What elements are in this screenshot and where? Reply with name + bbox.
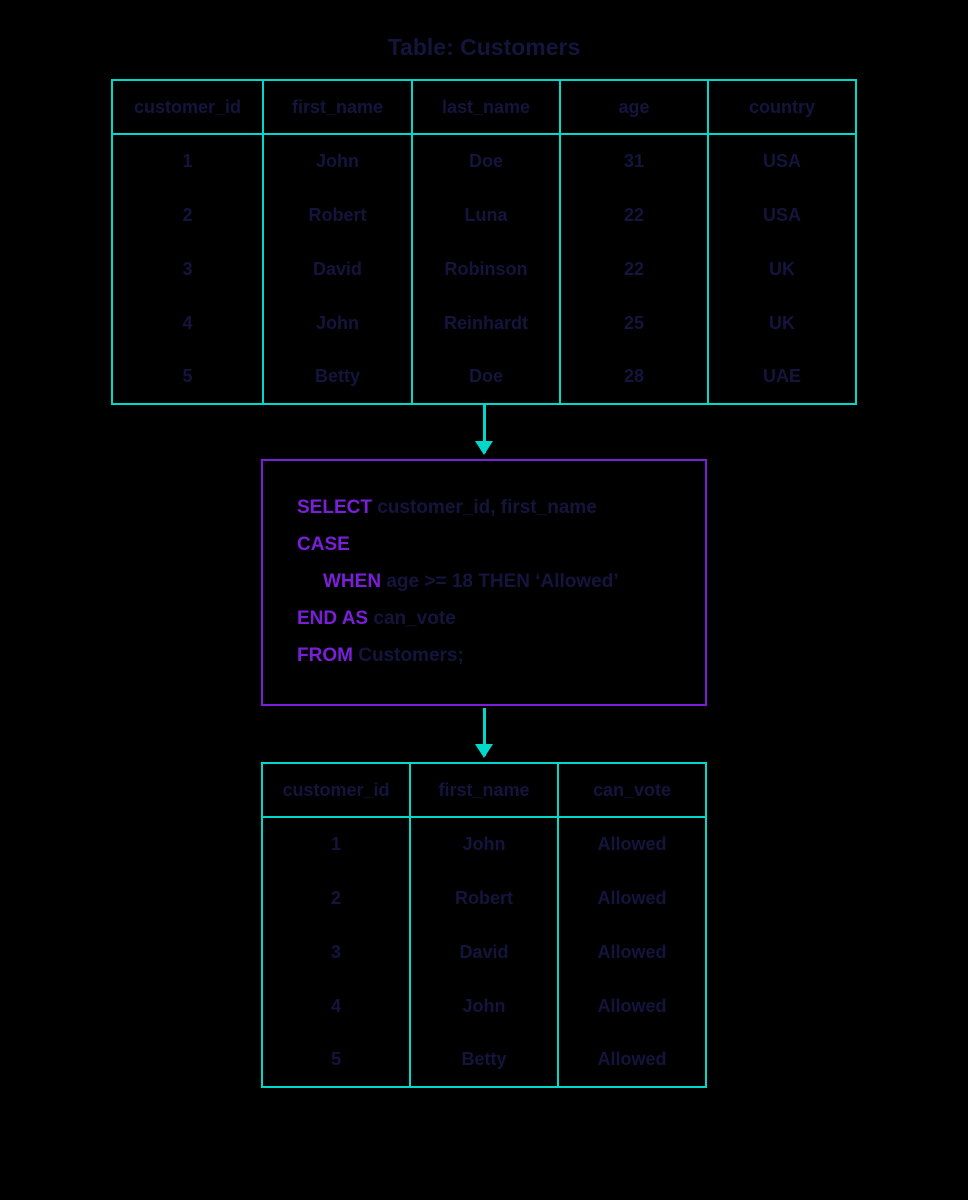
td: 22: [560, 242, 708, 296]
table-row: 5BettyDoe28UAE: [112, 350, 856, 404]
sql-keyword: WHEN: [323, 571, 381, 592]
td: UK: [708, 296, 856, 350]
table-row: 4JohnReinhardt25UK: [112, 296, 856, 350]
td: 25: [560, 296, 708, 350]
td: Reinhardt: [412, 296, 560, 350]
result-header-row: customer_id first_name can_vote: [262, 763, 706, 817]
sql-keyword: SELECT: [297, 497, 372, 518]
table-row: 1JohnAllowed: [262, 817, 706, 871]
td: Allowed: [558, 925, 706, 979]
table-row: 4JohnAllowed: [262, 979, 706, 1033]
sql-line: WHEN age >= 18 THEN ‘Allowed’: [297, 563, 673, 600]
th: customer_id: [112, 80, 263, 134]
td: Robert: [410, 871, 558, 925]
td: Robert: [263, 188, 412, 242]
td: 3: [262, 925, 410, 979]
td: Betty: [410, 1033, 558, 1087]
sql-keyword: END AS: [297, 608, 368, 629]
sql-line: SELECT customer_id, first_name: [297, 489, 673, 526]
th: can_vote: [558, 763, 706, 817]
result-table: customer_id first_name can_vote 1JohnAll…: [261, 762, 707, 1088]
td: 5: [112, 350, 263, 404]
td: John: [410, 979, 558, 1033]
table-row: 3DavidRobinson22UK: [112, 242, 856, 296]
td: Allowed: [558, 979, 706, 1033]
td: John: [263, 134, 412, 188]
td: Allowed: [558, 817, 706, 871]
td: John: [410, 817, 558, 871]
sql-text: Customers;: [353, 645, 464, 666]
table-row: 1JohnDoe31USA: [112, 134, 856, 188]
td: Allowed: [558, 1033, 706, 1087]
td: 1: [262, 817, 410, 871]
td: David: [410, 925, 558, 979]
td: 3: [112, 242, 263, 296]
arrow-down-icon: [483, 405, 486, 453]
td: UK: [708, 242, 856, 296]
td: 28: [560, 350, 708, 404]
td: Allowed: [558, 871, 706, 925]
table-row: 2RobertAllowed: [262, 871, 706, 925]
table-row: 3DavidAllowed: [262, 925, 706, 979]
sql-line: CASE: [297, 526, 673, 563]
td: UAE: [708, 350, 856, 404]
table-row: 2RobertLuna22USA: [112, 188, 856, 242]
th: age: [560, 80, 708, 134]
sql-code-box: SELECT customer_id, first_name CASE WHEN…: [261, 459, 707, 706]
source-header-row: customer_id first_name last_name age cou…: [112, 80, 856, 134]
td: 5: [262, 1033, 410, 1087]
table-row: 5BettyAllowed: [262, 1033, 706, 1087]
td: 2: [262, 871, 410, 925]
td: John: [263, 296, 412, 350]
sql-text: age >= 18 THEN ‘Allowed’: [381, 571, 619, 592]
td: 4: [112, 296, 263, 350]
td: 2: [112, 188, 263, 242]
sql-line: FROM Customers;: [297, 637, 673, 674]
td: Betty: [263, 350, 412, 404]
sql-text: can_vote: [368, 608, 456, 629]
th: last_name: [412, 80, 560, 134]
diagram-title: Table: Customers: [388, 34, 581, 61]
th: first_name: [263, 80, 412, 134]
td: 22: [560, 188, 708, 242]
sql-line: END AS can_vote: [297, 600, 673, 637]
td: USA: [708, 134, 856, 188]
td: 4: [262, 979, 410, 1033]
source-table: customer_id first_name last_name age cou…: [111, 79, 857, 405]
td: USA: [708, 188, 856, 242]
td: 31: [560, 134, 708, 188]
th: first_name: [410, 763, 558, 817]
td: David: [263, 242, 412, 296]
td: Doe: [412, 134, 560, 188]
th: country: [708, 80, 856, 134]
th: customer_id: [262, 763, 410, 817]
sql-text: customer_id, first_name: [372, 497, 597, 518]
td: Robinson: [412, 242, 560, 296]
td: Doe: [412, 350, 560, 404]
arrow-down-icon: [483, 708, 486, 756]
sql-keyword: CASE: [297, 534, 350, 555]
td: Luna: [412, 188, 560, 242]
td: 1: [112, 134, 263, 188]
sql-keyword: FROM: [297, 645, 353, 666]
